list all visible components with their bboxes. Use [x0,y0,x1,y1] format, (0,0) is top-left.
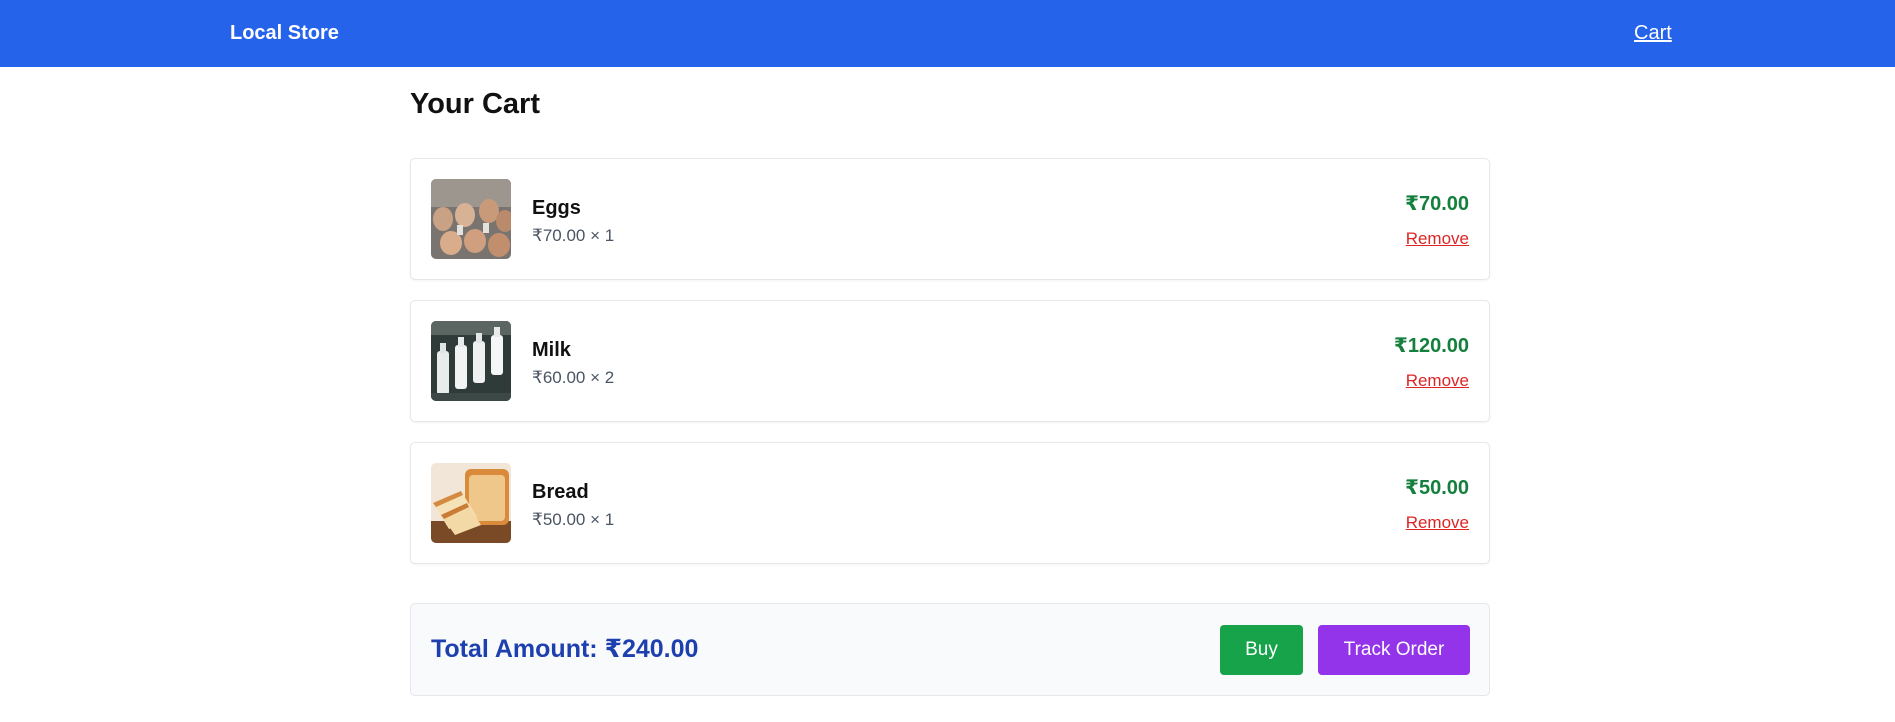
top-navbar: Local Store Cart [0,0,1895,67]
page-title: Your Cart [410,88,540,120]
item-name: Eggs [532,197,581,219]
bread-loaf-photo [431,463,511,543]
cart-item-eggs: Eggs ₹70.00 × 1 ₹70.00 Remove [410,158,1490,280]
cart-list: Eggs ₹70.00 × 1 ₹70.00 Remove Milk ₹60.0… [410,158,1490,584]
remove-eggs-link[interactable]: Remove [1406,229,1469,249]
order-summary: Total Amount: ₹240.00 Buy Track Order [410,603,1490,696]
remove-bread-link[interactable]: Remove [1406,513,1469,533]
remove-milk-link[interactable]: Remove [1406,371,1469,391]
nav-cart-link[interactable]: Cart [1634,0,1672,67]
item-unit-price-qty: ₹60.00 × 2 [532,368,615,387]
item-unit-price-qty: ₹70.00 × 1 [532,226,615,245]
cart-item-milk: Milk ₹60.00 × 2 ₹120.00 Remove [410,300,1490,422]
store-brand[interactable]: Local Store [230,0,339,67]
item-line-total: ₹70.00 [1405,193,1469,215]
total-amount: Total Amount: ₹240.00 [431,635,699,663]
item-name: Milk [532,339,571,361]
item-unit-price-qty: ₹50.00 × 1 [532,510,615,529]
buy-button[interactable]: Buy [1220,625,1303,675]
item-name: Bread [532,481,589,503]
track-order-button[interactable]: Track Order [1318,625,1470,675]
cart-item-bread: Bread ₹50.00 × 1 ₹50.00 Remove [410,442,1490,564]
milk-bottles-photo [431,321,511,401]
item-line-total: ₹120.00 [1393,335,1469,357]
item-line-total: ₹50.00 [1405,477,1469,499]
eggs-photo [431,179,511,259]
